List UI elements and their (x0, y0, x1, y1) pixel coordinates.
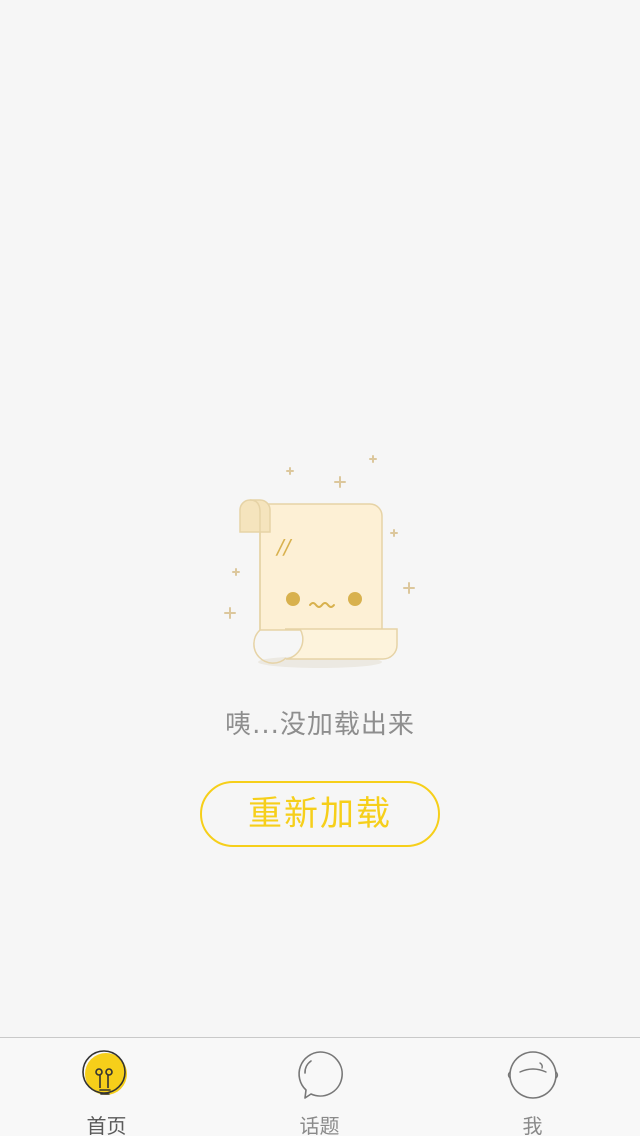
scroll-illustration: // (224, 455, 415, 668)
tab-topics-label: 话题 (299, 1114, 340, 1136)
tab-topics[interactable]: 话题 (213, 1038, 426, 1136)
face-icon (506, 1048, 560, 1102)
reload-button[interactable]: 重新加载 (200, 781, 440, 847)
empty-state-illustration: // (210, 440, 430, 680)
left-eye (286, 592, 300, 606)
speech-bubble-icon (293, 1048, 347, 1102)
bottom-tab-bar: 首页 话题 我 (0, 1037, 640, 1136)
empty-state-message: 咦...没加载出来 (225, 710, 415, 740)
tab-me-label: 我 (522, 1114, 543, 1136)
app-screen: // 咦...没加载出来 重新加载 首页 话题 我 (0, 0, 640, 1136)
tab-me[interactable]: 我 (426, 1038, 639, 1136)
tab-home[interactable]: 首页 (0, 1038, 213, 1136)
blush-marks: // (275, 535, 293, 559)
lightbulb-icon (80, 1048, 134, 1102)
tab-home-label: 首页 (86, 1114, 127, 1136)
right-eye (348, 592, 362, 606)
